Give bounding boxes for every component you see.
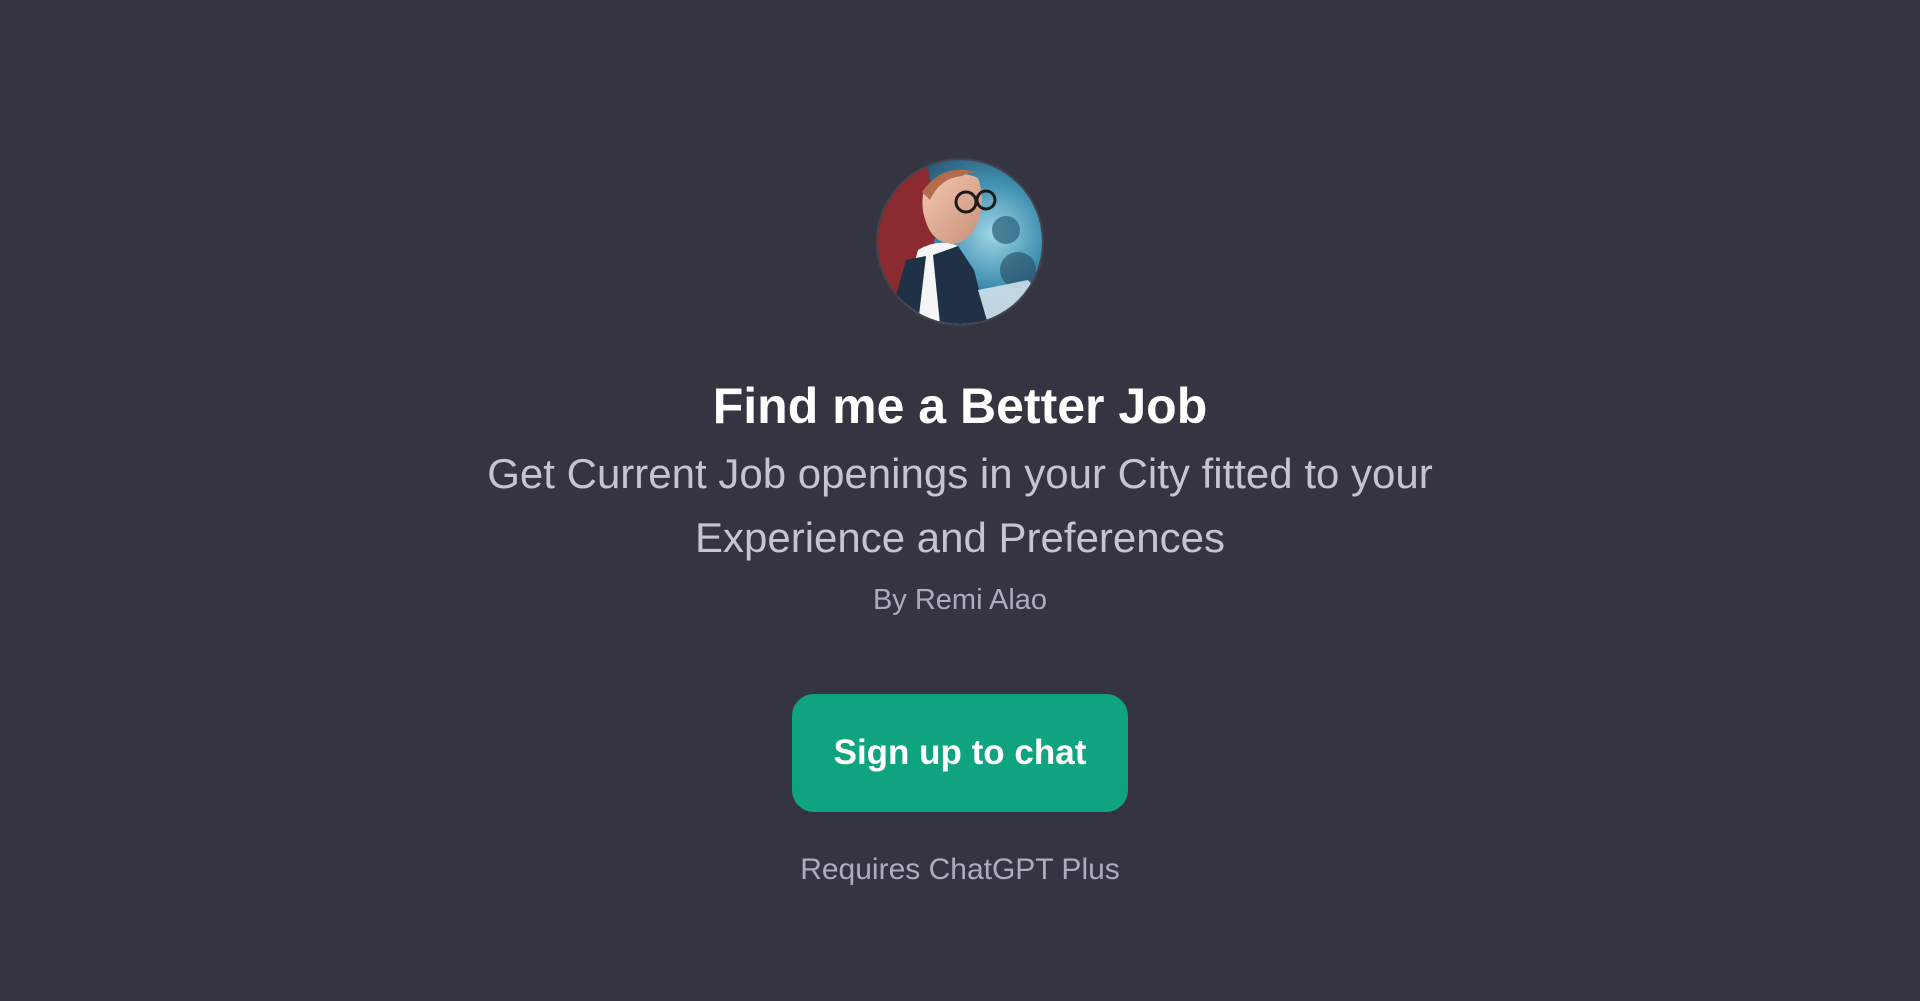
gpt-title: Find me a Better Job [712,378,1208,434]
professional-woman-avatar-icon [878,160,1042,324]
gpt-intro: Find me a Better Job Get Current Job ope… [0,160,1920,890]
gpt-author: By Remi Alao [872,584,1048,616]
gpt-avatar [878,160,1042,324]
gpt-description: Get Current Job openings in your City fi… [487,450,1433,561]
gpt-landing-page: Find me a Better Job Get Current Job ope… [0,0,1920,1001]
requirement-note: Requires ChatGPT Plus [800,853,1120,886]
sign-up-to-chat-button[interactable]: Sign up to chat [792,694,1128,812]
